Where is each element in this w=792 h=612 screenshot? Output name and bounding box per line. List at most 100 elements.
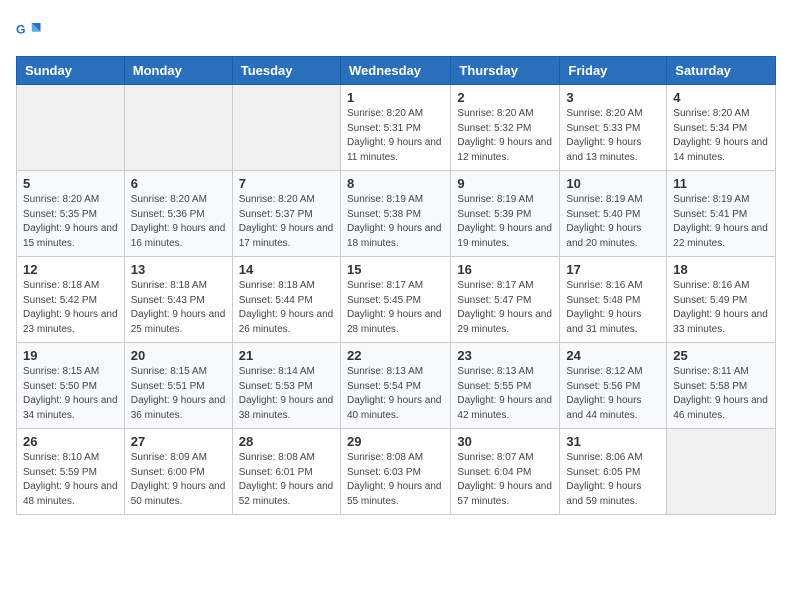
day-number: 2 [457, 90, 553, 105]
calendar-cell: 3Sunrise: 8:20 AMSunset: 5:33 PMDaylight… [560, 85, 667, 171]
day-number: 30 [457, 434, 553, 449]
day-number: 3 [566, 90, 660, 105]
day-number: 24 [566, 348, 660, 363]
calendar-cell [17, 85, 125, 171]
calendar-cell [667, 429, 776, 515]
day-info: Sunrise: 8:19 AMSunset: 5:41 PMDaylight:… [673, 193, 769, 251]
day-number: 20 [131, 348, 226, 363]
calendar-week-row: 5 Sunrise: 8:20 AMSunset: 5:35 PMDaylight… [17, 171, 776, 257]
weekday-header-cell: Monday [124, 57, 232, 85]
day-number: 21 [239, 348, 334, 363]
calendar-cell: 18Sunrise: 8:16 AMSunset: 5:49 PMDayligh… [667, 257, 776, 343]
calendar-week-row: 26 Sunrise: 8:10 AMSunset: 5:59 PMDayligh… [17, 429, 776, 515]
calendar-cell: 7 Sunrise: 8:20 AMSunset: 5:37 PMDaylight… [232, 171, 340, 257]
calendar-cell: 22 Sunrise: 8:13 AMSunset: 5:54 PMDayligh… [340, 343, 450, 429]
weekday-header-cell: Friday [560, 57, 667, 85]
calendar-cell: 26 Sunrise: 8:10 AMSunset: 5:59 PMDayligh… [17, 429, 125, 515]
calendar-cell: 29Sunrise: 8:08 AMSunset: 6:03 PMDayligh… [340, 429, 450, 515]
day-number: 12 [23, 262, 118, 277]
calendar-cell: 8 Sunrise: 8:19 AMSunset: 5:38 PMDaylight… [340, 171, 450, 257]
day-number: 19 [23, 348, 118, 363]
weekday-header-cell: Sunday [17, 57, 125, 85]
day-number: 9 [457, 176, 553, 191]
day-info: Sunrise: 8:20 AMSunset: 5:35 PMDaylight:… [23, 193, 118, 251]
day-number: 28 [239, 434, 334, 449]
day-info: Sunrise: 8:17 AMSunset: 5:45 PMDaylight:… [347, 279, 444, 337]
calendar-cell: 13Sunrise: 8:18 AMSunset: 5:43 PMDayligh… [124, 257, 232, 343]
day-info: Sunrise: 8:20 AMSunset: 5:32 PMDaylight:… [457, 107, 553, 165]
day-number: 26 [23, 434, 118, 449]
day-info: Sunrise: 8:17 AMSunset: 5:47 PMDaylight:… [457, 279, 553, 337]
calendar-cell: 20 Sunrise: 8:15 AMSunset: 5:51 PMDayligh… [124, 343, 232, 429]
day-info: Sunrise: 8:19 AMSunset: 5:40 PMDaylight:… [566, 193, 660, 251]
calendar-cell: 16 Sunrise: 8:17 AMSunset: 5:47 PMDayligh… [451, 257, 560, 343]
day-number: 4 [673, 90, 769, 105]
day-info: Sunrise: 8:10 AMSunset: 5:59 PMDaylight:… [23, 451, 118, 509]
day-number: 18 [673, 262, 769, 277]
day-number: 5 [23, 176, 118, 191]
day-number: 14 [239, 262, 334, 277]
day-info: Sunrise: 8:20 AMSunset: 5:31 PMDaylight:… [347, 107, 444, 165]
day-info: Sunrise: 8:13 AMSunset: 5:54 PMDaylight:… [347, 365, 444, 423]
calendar-cell: 15 Sunrise: 8:17 AMSunset: 5:45 PMDayligh… [340, 257, 450, 343]
day-info: Sunrise: 8:11 AMSunset: 5:58 PMDaylight:… [673, 365, 769, 423]
weekday-header-row: SundayMondayTuesdayWednesdayThursdayFrid… [17, 57, 776, 85]
calendar-cell: 1 Sunrise: 8:20 AMSunset: 5:31 PMDaylight… [340, 85, 450, 171]
calendar-cell: 30 Sunrise: 8:07 AMSunset: 6:04 PMDayligh… [451, 429, 560, 515]
weekday-header-cell: Wednesday [340, 57, 450, 85]
calendar-week-row: 19 Sunrise: 8:15 AMSunset: 5:50 PMDayligh… [17, 343, 776, 429]
day-number: 31 [566, 434, 660, 449]
calendar-cell: 21 Sunrise: 8:14 AMSunset: 5:53 PMDayligh… [232, 343, 340, 429]
logo: G [16, 16, 48, 44]
day-info: Sunrise: 8:20 AMSunset: 5:34 PMDaylight:… [673, 107, 769, 165]
day-info: Sunrise: 8:14 AMSunset: 5:53 PMDaylight:… [239, 365, 334, 423]
calendar-cell: 9 Sunrise: 8:19 AMSunset: 5:39 PMDaylight… [451, 171, 560, 257]
day-info: Sunrise: 8:12 AMSunset: 5:56 PMDaylight:… [566, 365, 660, 423]
calendar-table: SundayMondayTuesdayWednesdayThursdayFrid… [16, 56, 776, 515]
day-number: 1 [347, 90, 444, 105]
calendar-cell: 5 Sunrise: 8:20 AMSunset: 5:35 PMDaylight… [17, 171, 125, 257]
day-info: Sunrise: 8:15 AMSunset: 5:50 PMDaylight:… [23, 365, 118, 423]
svg-text:G: G [16, 23, 26, 37]
weekday-header-cell: Thursday [451, 57, 560, 85]
day-info: Sunrise: 8:13 AMSunset: 5:55 PMDaylight:… [457, 365, 553, 423]
day-number: 27 [131, 434, 226, 449]
calendar-cell: 10Sunrise: 8:19 AMSunset: 5:40 PMDayligh… [560, 171, 667, 257]
day-number: 23 [457, 348, 553, 363]
calendar-cell: 11 Sunrise: 8:19 AMSunset: 5:41 PMDayligh… [667, 171, 776, 257]
day-info: Sunrise: 8:06 AMSunset: 6:05 PMDaylight:… [566, 451, 660, 509]
day-info: Sunrise: 8:18 AMSunset: 5:44 PMDaylight:… [239, 279, 334, 337]
day-number: 17 [566, 262, 660, 277]
calendar-cell: 6 Sunrise: 8:20 AMSunset: 5:36 PMDaylight… [124, 171, 232, 257]
day-info: Sunrise: 8:18 AMSunset: 5:42 PMDaylight:… [23, 279, 118, 337]
day-info: Sunrise: 8:19 AMSunset: 5:38 PMDaylight:… [347, 193, 444, 251]
calendar-week-row: 12 Sunrise: 8:18 AMSunset: 5:42 PMDayligh… [17, 257, 776, 343]
day-info: Sunrise: 8:19 AMSunset: 5:39 PMDaylight:… [457, 193, 553, 251]
calendar-cell [232, 85, 340, 171]
calendar-cell: 27 Sunrise: 8:09 AMSunset: 6:00 PMDayligh… [124, 429, 232, 515]
day-info: Sunrise: 8:08 AMSunset: 6:03 PMDaylight:… [347, 451, 444, 509]
day-number: 22 [347, 348, 444, 363]
calendar-body: 1 Sunrise: 8:20 AMSunset: 5:31 PMDaylight… [17, 85, 776, 515]
day-number: 16 [457, 262, 553, 277]
day-info: Sunrise: 8:20 AMSunset: 5:37 PMDaylight:… [239, 193, 334, 251]
day-info: Sunrise: 8:09 AMSunset: 6:00 PMDaylight:… [131, 451, 226, 509]
calendar-cell: 19 Sunrise: 8:15 AMSunset: 5:50 PMDayligh… [17, 343, 125, 429]
day-number: 25 [673, 348, 769, 363]
calendar-cell [124, 85, 232, 171]
calendar-cell: 17Sunrise: 8:16 AMSunset: 5:48 PMDayligh… [560, 257, 667, 343]
day-info: Sunrise: 8:20 AMSunset: 5:36 PMDaylight:… [131, 193, 226, 251]
day-number: 6 [131, 176, 226, 191]
calendar-cell: 14 Sunrise: 8:18 AMSunset: 5:44 PMDayligh… [232, 257, 340, 343]
weekday-header-cell: Saturday [667, 57, 776, 85]
day-info: Sunrise: 8:15 AMSunset: 5:51 PMDaylight:… [131, 365, 226, 423]
calendar-cell: 25 Sunrise: 8:11 AMSunset: 5:58 PMDayligh… [667, 343, 776, 429]
day-info: Sunrise: 8:18 AMSunset: 5:43 PMDaylight:… [131, 279, 226, 337]
day-info: Sunrise: 8:07 AMSunset: 6:04 PMDaylight:… [457, 451, 553, 509]
calendar-cell: 31 Sunrise: 8:06 AMSunset: 6:05 PMDayligh… [560, 429, 667, 515]
day-number: 8 [347, 176, 444, 191]
day-number: 7 [239, 176, 334, 191]
calendar-cell: 4 Sunrise: 8:20 AMSunset: 5:34 PMDaylight… [667, 85, 776, 171]
day-number: 15 [347, 262, 444, 277]
day-number: 11 [673, 176, 769, 191]
